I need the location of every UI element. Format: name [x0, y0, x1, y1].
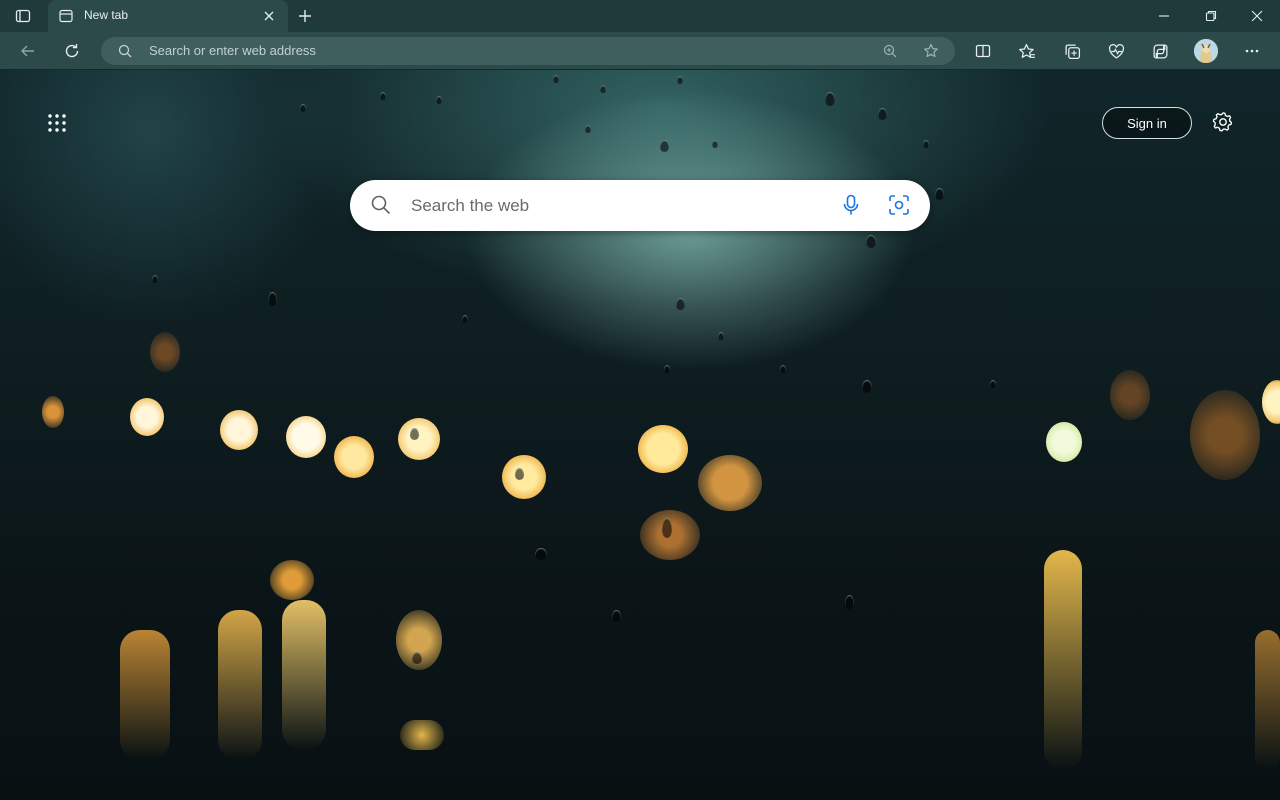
address-bar[interactable]: Search or enter web address	[101, 37, 955, 65]
toolbar: Search or enter web address	[0, 32, 1280, 70]
heart-pulse-icon[interactable]	[1106, 41, 1126, 61]
collections-icon[interactable]	[1062, 41, 1082, 61]
close-window-icon[interactable]	[1248, 8, 1266, 24]
new-tab-page: Sign in Search the web	[0, 70, 1280, 800]
plus-icon[interactable]	[295, 6, 315, 26]
back-arrow-icon[interactable]	[18, 41, 38, 61]
star-icon[interactable]	[921, 42, 941, 60]
web-search-input[interactable]: Search the web	[411, 196, 529, 216]
tab-actions-icon[interactable]	[14, 7, 32, 25]
address-input[interactable]: Search or enter web address	[149, 43, 316, 58]
web-search-box[interactable]: Search the web	[350, 180, 930, 231]
avatar[interactable]	[1194, 39, 1218, 63]
copilot-icon[interactable]	[1150, 41, 1170, 61]
new-tab-page-icon	[58, 8, 74, 24]
tab-new-tab[interactable]: New tab	[48, 0, 288, 32]
tab-title: New tab	[84, 8, 129, 22]
visual-search-icon[interactable]	[887, 193, 911, 217]
grid-icon[interactable]	[46, 112, 68, 134]
favorites-icon[interactable]	[1017, 41, 1037, 61]
zoom-icon[interactable]	[881, 43, 899, 59]
microphone-icon[interactable]	[839, 193, 863, 217]
more-icon[interactable]	[1242, 41, 1262, 61]
gear-icon[interactable]	[1211, 110, 1235, 134]
close-icon[interactable]	[262, 9, 276, 23]
split-screen-icon[interactable]	[973, 41, 993, 61]
sign-in-button[interactable]: Sign in	[1102, 107, 1192, 139]
search-icon	[117, 43, 133, 59]
title-bar: New tab	[0, 0, 1280, 32]
search-icon	[370, 194, 392, 216]
minimize-icon[interactable]	[1155, 8, 1173, 24]
restore-icon[interactable]	[1202, 8, 1220, 24]
refresh-icon[interactable]	[62, 41, 82, 61]
